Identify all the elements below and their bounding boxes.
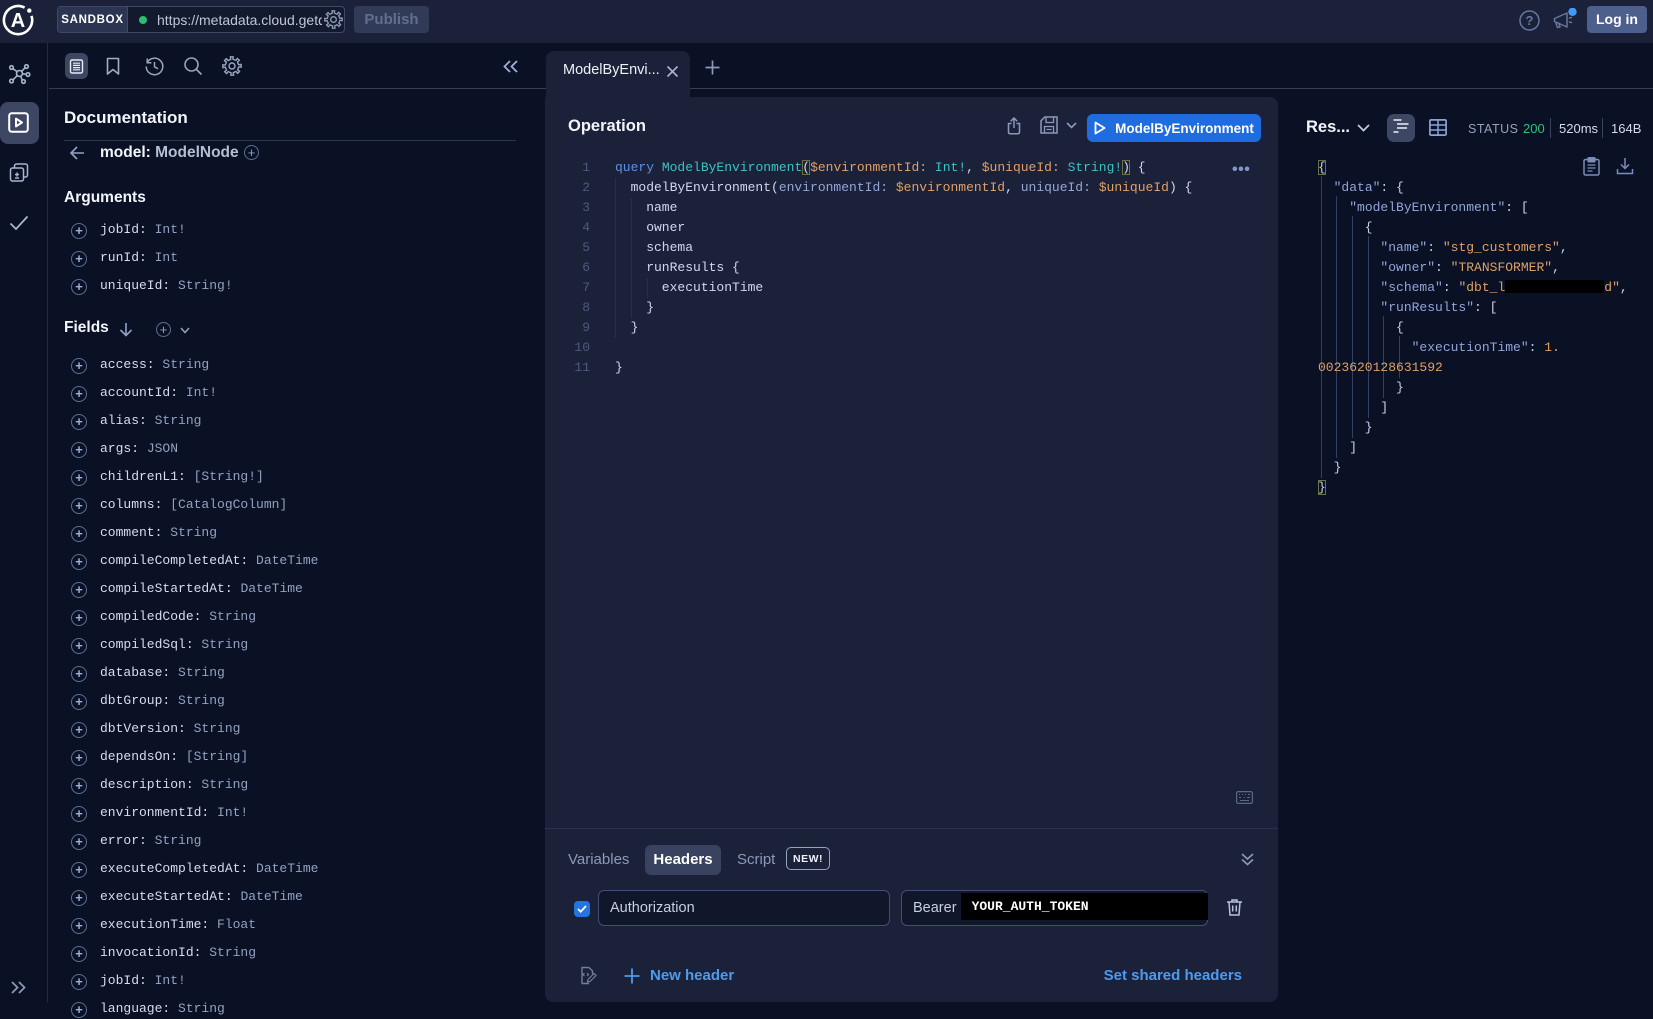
svg-text:?: ?: [1526, 13, 1534, 28]
svg-text:A: A: [11, 10, 25, 32]
